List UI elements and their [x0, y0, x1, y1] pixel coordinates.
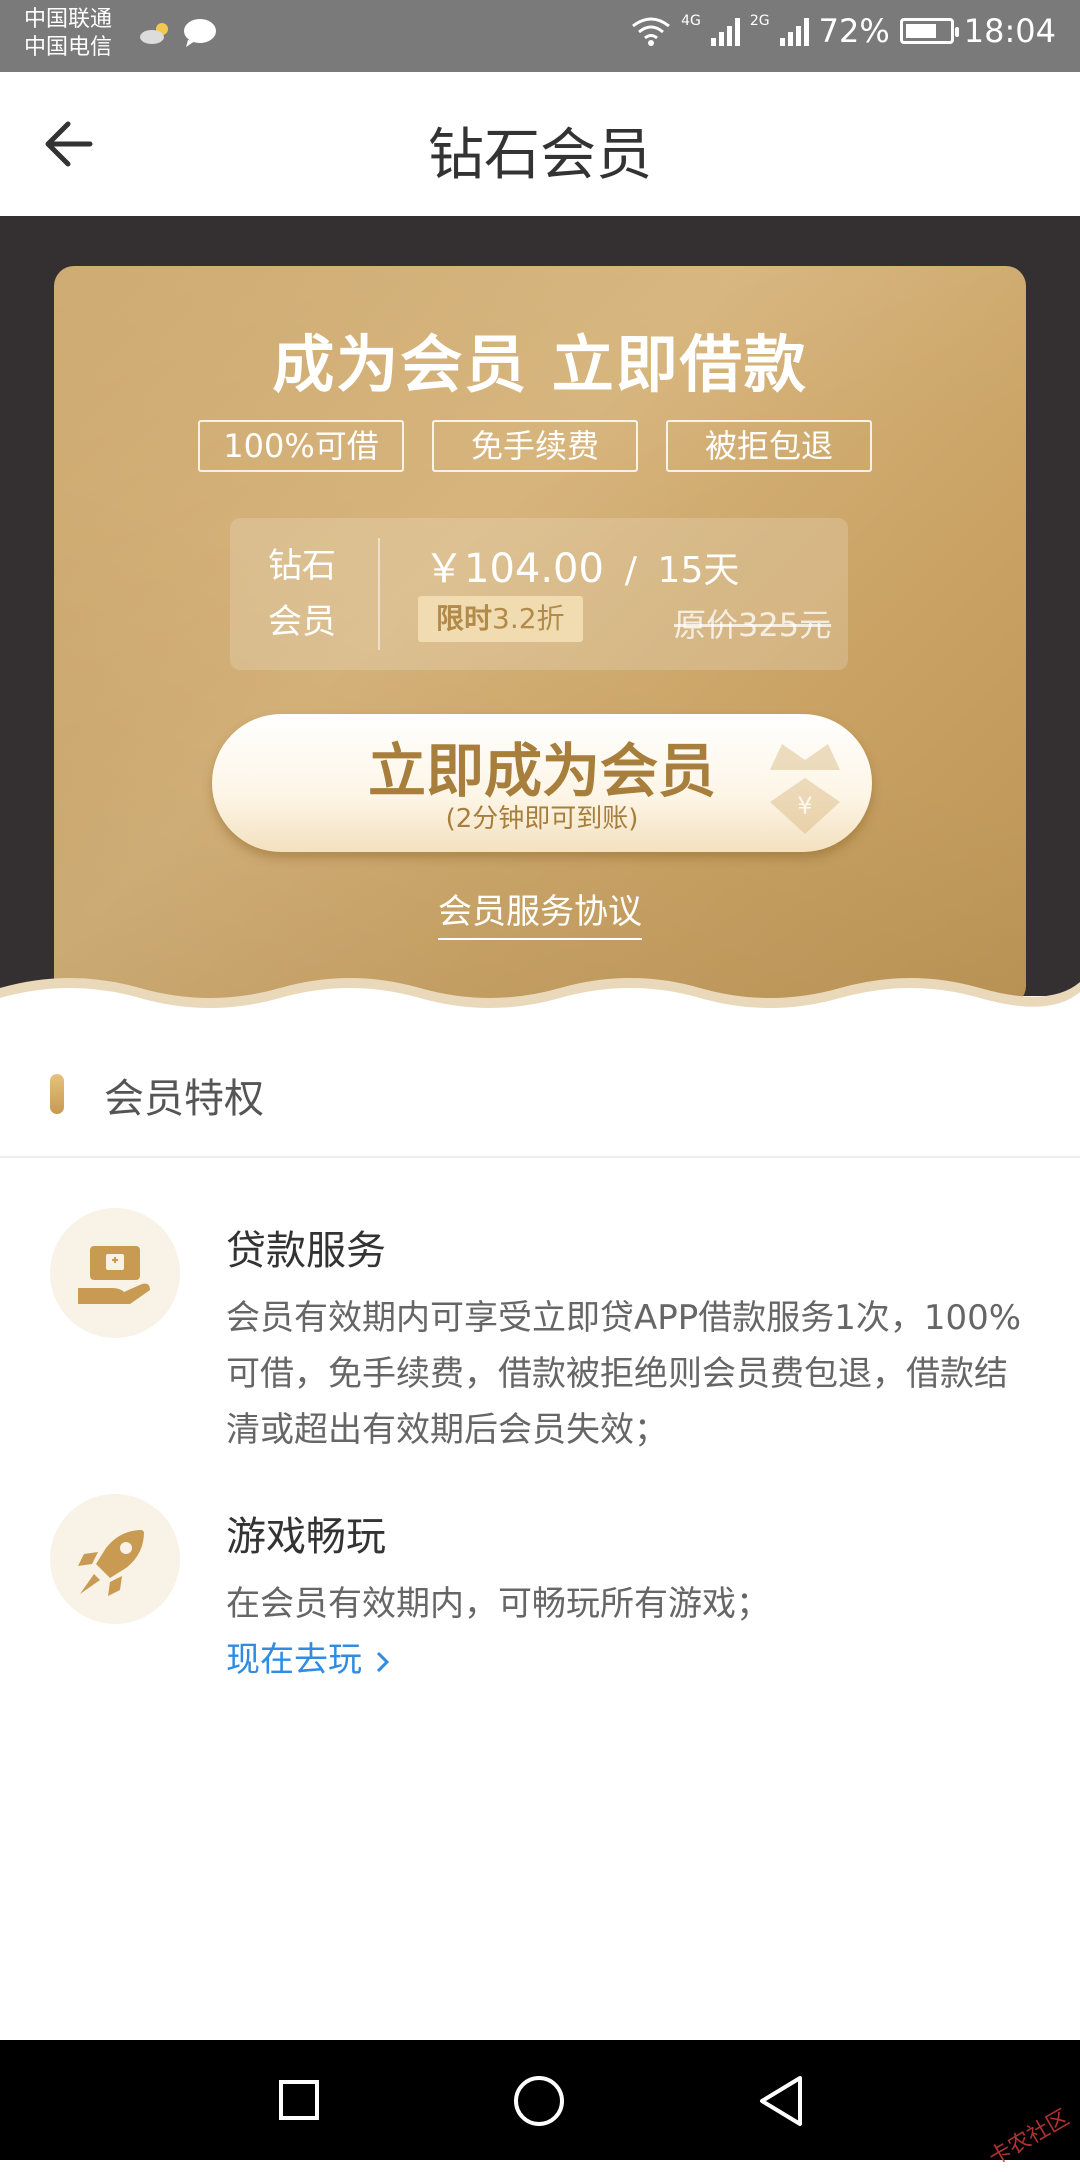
tier-label-line1: 钻石 — [268, 546, 336, 586]
wave-divider — [0, 978, 1080, 1028]
loan-hand-icon — [78, 1246, 150, 1304]
item-desc: 在会员有效期内，可畅玩所有游戏； — [226, 1584, 770, 1624]
price-duration: 15天 — [657, 550, 740, 591]
system-nav-bar: 卡农社区 — [0, 2040, 1080, 2171]
price-line: ￥104.00 / 15天 — [424, 536, 739, 594]
play-now-label: 现在去玩 — [226, 1640, 362, 1680]
section-accent-bar — [50, 1074, 64, 1114]
signal-bars-icon-2 — [779, 16, 809, 46]
crown-yuan-icon: ¥ — [770, 744, 840, 834]
member-agreement-link[interactable]: 会员服务协议 — [438, 892, 642, 940]
status-bar: 中国联通 中国电信 4G 2G 72% 18:04 — [0, 0, 1080, 72]
clock-time: 18:04 — [963, 12, 1056, 50]
wifi-icon — [632, 17, 671, 46]
section-title: 会员特权 — [104, 1076, 264, 1122]
loan-icon-circle — [50, 1208, 180, 1338]
triangle-back-icon[interactable] — [756, 2074, 806, 2128]
membership-card: 成为会员 立即借款 100%可借 免手续费 被拒包退 钻石 会员 ￥104.00… — [54, 266, 1026, 1006]
price-box: 钻石 会员 ￥104.00 / 15天 限时3.2折 原价325元 — [230, 518, 848, 670]
signal-bars-icon — [710, 16, 740, 46]
tier-label-line2: 会员 — [268, 602, 336, 642]
page-title: 钻石会员 — [428, 123, 652, 188]
message-bubble-icon — [184, 19, 216, 47]
watermark: 卡农社区 — [984, 2105, 1074, 2171]
tier-label: 钻石 会员 — [262, 538, 342, 650]
carrier-1: 中国联通 — [24, 7, 113, 32]
battery-percent: 72% — [818, 12, 890, 50]
svg-text:¥: ¥ — [797, 792, 812, 820]
rocket-icon-circle — [50, 1494, 180, 1624]
item-title: 贷款服务 — [226, 1228, 386, 1274]
carrier-2: 中国电信 — [24, 35, 113, 60]
circle-icon[interactable] — [514, 2076, 564, 2126]
limit-label: 限时 — [436, 602, 493, 635]
square-icon[interactable] — [279, 2080, 319, 2120]
original-price: 原价325元 — [674, 606, 832, 644]
benefit-tag: 免手续费 — [432, 420, 638, 472]
app-header: 钻石会员 — [0, 72, 1080, 216]
rocket-icon — [78, 1530, 144, 1596]
benefit-tag: 100%可借 — [198, 420, 404, 472]
item-title: 游戏畅玩 — [226, 1514, 386, 1560]
network-2g-label: 2G — [749, 13, 770, 29]
price-divider — [378, 538, 380, 650]
benefit-tags: 100%可借 免手续费 被拒包退 — [198, 420, 872, 472]
discount-badge: 限时3.2折 — [418, 596, 583, 642]
privileges-header: 会员特权 — [0, 1030, 1080, 1158]
chevron-right-icon — [376, 1651, 389, 1672]
become-member-button[interactable]: 立即成为会员 (2分钟即可到账) ¥ — [212, 714, 872, 852]
discount-value: 3.2折 — [492, 602, 565, 635]
weather-cloud-icon — [140, 23, 168, 44]
play-now-link[interactable]: 现在去玩 — [226, 1632, 393, 1681]
battery-icon — [899, 18, 959, 44]
item-desc: 会员有效期内可享受立即贷APP借款服务1次，100%可借，免手续费，借款被拒绝则… — [226, 1298, 1022, 1450]
card-title: 成为会员 立即借款 — [272, 328, 808, 401]
network-4g-label: 4G — [681, 13, 701, 29]
benefit-tag: 被拒包退 — [666, 420, 872, 472]
price-separator: / — [624, 550, 637, 591]
agreement-row: 会员服务协议 — [54, 884, 1026, 940]
carrier-labels: 中国联通 中国电信 — [24, 6, 112, 62]
price-value: ￥104.00 — [424, 546, 604, 592]
